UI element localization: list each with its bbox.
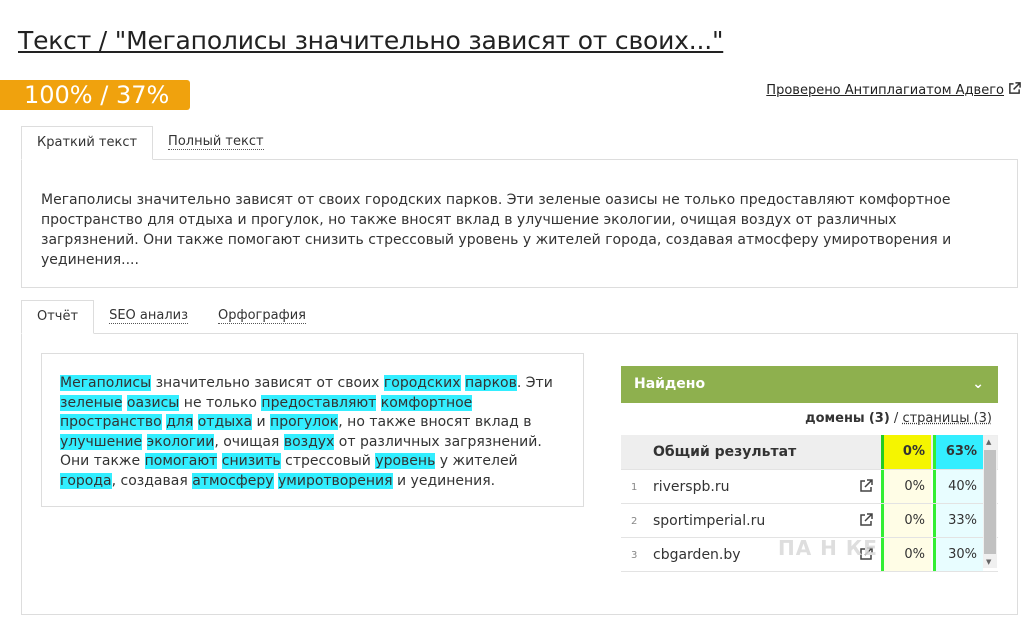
text-segment: , создавая bbox=[111, 472, 193, 489]
checked-link-label: Проверено Антиплагиатом Адвего bbox=[766, 83, 1004, 98]
row-value-b: 40% bbox=[933, 470, 983, 503]
table-row[interactable]: 2 sportimperial.ru 0% 33% bbox=[621, 504, 998, 538]
checked-by-antiplagiat-link[interactable]: Проверено Антиплагиатом Адвего bbox=[766, 82, 1021, 98]
found-counts: домены (3) / страницы (3) bbox=[805, 411, 992, 426]
total-value-b: 63% bbox=[933, 435, 983, 469]
tab-short-text-label: Краткий текст bbox=[37, 135, 138, 150]
highlighted-word: комфортное bbox=[380, 394, 473, 411]
scroll-up-arrow-icon[interactable]: ▲ bbox=[986, 438, 991, 446]
text-segment: и уединения. bbox=[392, 472, 496, 489]
highlighted-word: городских bbox=[383, 375, 461, 391]
highlighted-word: Мегаполисы bbox=[60, 375, 152, 391]
counts-separator: / bbox=[893, 411, 899, 426]
tab-report[interactable]: Отчёт bbox=[21, 300, 95, 334]
highlighted-report-text: Мегаполисы значительно зависят от своих … bbox=[60, 374, 565, 491]
table-row-total: Общий результат 0% 63% bbox=[621, 435, 998, 470]
highlighted-word: улучшение bbox=[60, 433, 143, 450]
watermark: ПА Н КЕ bbox=[778, 536, 878, 560]
row-value-a: 0% bbox=[881, 538, 931, 571]
row-value-b: 30% bbox=[933, 538, 983, 571]
text-segment: стрессовый bbox=[280, 453, 376, 469]
text-segment: у жителей bbox=[435, 453, 518, 469]
highlighted-word: предоставляют bbox=[261, 394, 377, 411]
page-title: Текст / "Мегаполисы значительно зависят … bbox=[18, 26, 724, 55]
table-row[interactable]: 1 riverspb.ru 0% 40% bbox=[621, 470, 998, 504]
pages-link[interactable]: страницы (3) bbox=[902, 411, 992, 426]
tab-full-text[interactable]: Полный текст bbox=[153, 126, 279, 160]
highlighted-word: помогают bbox=[144, 453, 218, 469]
row-value-a: 0% bbox=[881, 470, 931, 503]
chevron-down-icon: ⌄ bbox=[972, 376, 984, 392]
highlighted-word: прогулок bbox=[270, 414, 339, 430]
text-segment: не только bbox=[179, 394, 262, 411]
row-number: 3 bbox=[631, 550, 638, 561]
highlighted-word: атмосферу bbox=[192, 472, 274, 489]
text-segment: . Эти bbox=[516, 375, 553, 391]
scrollbar-thumb[interactable] bbox=[984, 450, 996, 554]
uniqueness-score-badge: 100% / 37% bbox=[0, 80, 190, 110]
tab-seo-label: SEO анализ bbox=[109, 308, 188, 324]
total-value-a: 0% bbox=[881, 435, 931, 469]
highlighted-word: отдыха bbox=[197, 414, 253, 430]
row-value-b: 33% bbox=[933, 504, 983, 537]
highlighted-word: воздух bbox=[283, 433, 335, 450]
results-scrollbar[interactable]: ▲ ▼ bbox=[983, 436, 997, 568]
tab-report-label: Отчёт bbox=[37, 309, 79, 324]
highlighted-word: пространство bbox=[60, 414, 162, 430]
external-link-icon[interactable] bbox=[859, 513, 873, 527]
tab-full-text-label: Полный текст bbox=[168, 134, 264, 150]
tab-spelling-label: Орфография bbox=[218, 308, 306, 324]
domain-label: cbgarden.by bbox=[653, 547, 741, 563]
highlighted-word: парков bbox=[464, 375, 517, 391]
text-segment: и bbox=[252, 414, 271, 430]
short-text-content: Мегаполисы значительно зависят от своих … bbox=[41, 192, 952, 268]
highlighted-word: для bbox=[166, 414, 194, 430]
domains-count: (3) bbox=[868, 411, 890, 426]
text-tabs: Краткий текст Полный текст bbox=[21, 126, 279, 160]
domain-label: sportimperial.ru bbox=[653, 513, 766, 529]
row-value-a: 0% bbox=[881, 504, 931, 537]
highlighted-word: экологии bbox=[146, 433, 215, 450]
tab-short-text[interactable]: Краткий текст bbox=[21, 126, 154, 160]
row-number: 1 bbox=[631, 482, 638, 493]
found-header-label: Найдено bbox=[634, 376, 706, 392]
text-segment: значительно зависят от своих bbox=[151, 375, 384, 391]
text-segment: , но также вносят вклад в bbox=[338, 414, 532, 430]
total-label: Общий результат bbox=[653, 444, 797, 460]
domains-label[interactable]: домены bbox=[805, 411, 865, 426]
highlighted-word: уровень bbox=[375, 453, 436, 469]
text-segment bbox=[142, 434, 146, 450]
text-segment: , очищая bbox=[214, 433, 284, 450]
found-header[interactable]: Найдено ⌄ bbox=[621, 366, 998, 403]
tab-seo-analysis[interactable]: SEO анализ bbox=[94, 300, 203, 334]
report-tabs: Отчёт SEO анализ Орфография bbox=[21, 300, 321, 334]
highlighted-word: снизить bbox=[221, 453, 281, 469]
domain-label: riverspb.ru bbox=[653, 479, 730, 495]
highlighted-word: оазисы bbox=[126, 394, 180, 411]
highlighted-word: зеленые bbox=[60, 394, 123, 411]
highlighted-word: города bbox=[60, 472, 112, 489]
highlighted-word: умиротворения bbox=[278, 472, 393, 489]
external-link-icon bbox=[1009, 82, 1021, 94]
external-link-icon[interactable] bbox=[859, 479, 873, 493]
scroll-down-arrow-icon[interactable]: ▼ bbox=[986, 558, 991, 566]
tab-spelling[interactable]: Орфография bbox=[203, 300, 321, 334]
row-number: 2 bbox=[631, 516, 638, 527]
